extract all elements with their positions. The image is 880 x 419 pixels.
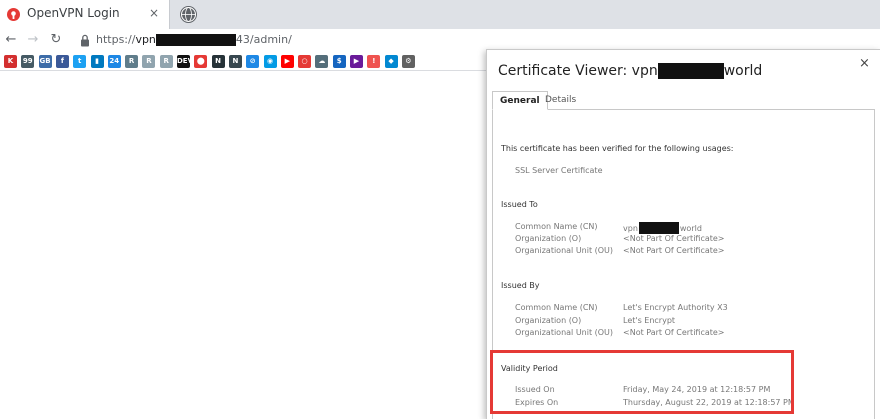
bookmark-thermo-icon[interactable]: ! [367,55,381,68]
bookmark-blue-circle-icon[interactable]: ⊘ [246,55,260,68]
bookmark-youtube-icon[interactable]: ▶ [280,55,294,68]
bookmark-cloud-icon[interactable]: ☁ [315,55,329,68]
bookmark-translate-icon[interactable]: GB [38,55,52,68]
tab-close-icon[interactable]: × [149,6,159,20]
tab-strip: OpenVPN Login × [0,0,880,29]
bookmark-gear-icon[interactable]: ⚙ [401,55,415,68]
issued-by-cn-label: Common Name (CN) [515,303,598,312]
issued-to-org-value: <Not Part Of Certificate> [623,234,725,243]
issued-to-heading: Issued To [501,200,538,209]
bookmark-openvpn-icon[interactable]: ⬤ [194,55,208,68]
issued-to-org-label: Organization (O) [515,234,582,243]
bookmark-red-ring-icon[interactable]: ○ [298,55,312,68]
issued-by-ou-label: Organizational Unit (OU) [515,328,614,337]
bookmark-gallery-icon[interactable]: 99 [21,55,35,68]
new-tab-button[interactable] [180,6,197,23]
bookmark-blue-circle-2-icon[interactable]: ◉ [263,55,277,68]
usage-item: SSL Server Certificate [515,166,603,175]
globe-icon [181,7,196,22]
address-bar[interactable]: https://vpn 43/admin/ [74,30,880,51]
issued-to-cn-value: vpn world [623,222,702,234]
issued-to-ou-label: Organizational Unit (OU) [515,246,614,255]
redacted-block [657,63,724,79]
issued-by-org-label: Organization (O) [515,316,582,325]
browser-tab[interactable]: OpenVPN Login × [0,0,170,29]
bookmark-drop-icon[interactable]: ◆ [384,55,398,68]
forward-icon[interactable]: → [25,32,41,48]
dialog-tabs: General Details [492,91,875,110]
issued-by-ou-value: <Not Part Of Certificate> [623,328,725,337]
issued-by-org-value: Let's Encrypt [623,316,676,325]
bookmark-r1-icon[interactable]: R [125,55,139,68]
openvpn-icon [7,8,20,21]
bookmark-24-icon[interactable]: 24 [107,55,121,68]
back-icon[interactable]: ← [3,32,19,48]
redacted-block [638,222,679,234]
reload-icon[interactable]: ↻ [48,32,64,48]
issued-by-cn-value: Let's Encrypt Authority X3 [623,303,728,312]
issued-by-heading: Issued By [501,281,540,290]
bookmark-n1-icon[interactable]: N [211,55,225,68]
issued-to-ou-value: <Not Part Of Certificate> [623,246,725,255]
tab-details[interactable]: Details [538,91,583,110]
bookmark-r3-icon[interactable]: R [159,55,173,68]
bookmark-facebook-icon[interactable]: f [55,55,69,68]
tab-title: OpenVPN Login [27,6,120,20]
bookmark-k-icon[interactable]: K [4,55,17,68]
lock-icon [81,34,89,47]
validity-highlight-box [490,350,794,414]
bookmark-r2-icon[interactable]: R [142,55,156,68]
issued-to-cn-label: Common Name (CN) [515,222,598,231]
bookmark-play-icon[interactable]: ▶ [350,55,363,68]
redacted-block [155,34,236,46]
bookmark-trello-icon[interactable]: ▮ [90,55,104,68]
url-text: https://vpn 43/admin/ [96,33,292,46]
verified-text: This certificate has been verified for t… [501,144,734,153]
bookmark-n2-icon[interactable]: N [228,55,242,68]
bookmark-dev-icon[interactable]: DEV [177,55,193,68]
dialog-title: Certificate Viewer: vpn world [498,63,763,79]
bookmark-dollar-icon[interactable]: $ [332,55,346,68]
close-icon[interactable]: × [859,56,870,71]
bookmark-twitter-icon[interactable]: t [73,55,87,68]
